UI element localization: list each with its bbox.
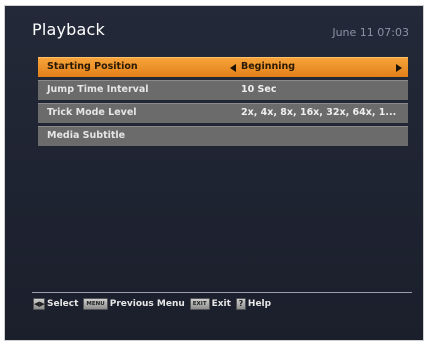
help-hint: Help <box>247 299 272 309</box>
menu-item-label: Media Subtitle <box>47 130 126 141</box>
tv-screen: Playback June 11 07:03 Starting Position… <box>5 6 423 340</box>
exit-hint: Exit <box>211 299 231 309</box>
menu-key-icon: MENU <box>83 298 108 310</box>
page-title: Playback <box>32 20 105 39</box>
menu-item-label: Jump Time Interval <box>47 84 149 95</box>
key-hints-bar: ◀▶ Select MENU Previous Menu EXIT Exit ?… <box>33 297 276 311</box>
footer-divider <box>32 292 412 293</box>
menu-item-media-subtitle[interactable]: Media Subtitle <box>38 126 408 146</box>
arrow-right-icon[interactable] <box>396 64 402 72</box>
menu-item-label: Trick Mode Level <box>47 107 137 118</box>
arrow-left-icon[interactable] <box>230 64 236 72</box>
left-right-arrows-key-icon: ◀▶ <box>33 298 45 310</box>
previous-menu-hint: Previous Menu <box>109 299 185 309</box>
menu-item-jump-time-interval[interactable]: Jump Time Interval 10 Sec <box>38 80 408 100</box>
exit-key-icon: EXIT <box>189 298 210 310</box>
menu-item-trick-mode-level[interactable]: Trick Mode Level 2x, 4x, 8x, 16x, 32x, 6… <box>38 103 408 123</box>
settings-menu: Starting Position Beginning Jump Time In… <box>38 57 408 149</box>
menu-item-starting-position[interactable]: Starting Position Beginning <box>38 57 408 77</box>
help-key-icon: ? <box>235 298 246 310</box>
menu-item-value: 2x, 4x, 8x, 16x, 32x, 64x, 1... <box>241 107 397 118</box>
date-time-display: June 11 07:03 <box>332 26 409 39</box>
menu-item-value: 10 Sec <box>241 84 277 95</box>
select-hint: Select <box>47 299 79 309</box>
menu-item-label: Starting Position <box>47 61 138 72</box>
menu-item-value: Beginning <box>241 61 296 72</box>
